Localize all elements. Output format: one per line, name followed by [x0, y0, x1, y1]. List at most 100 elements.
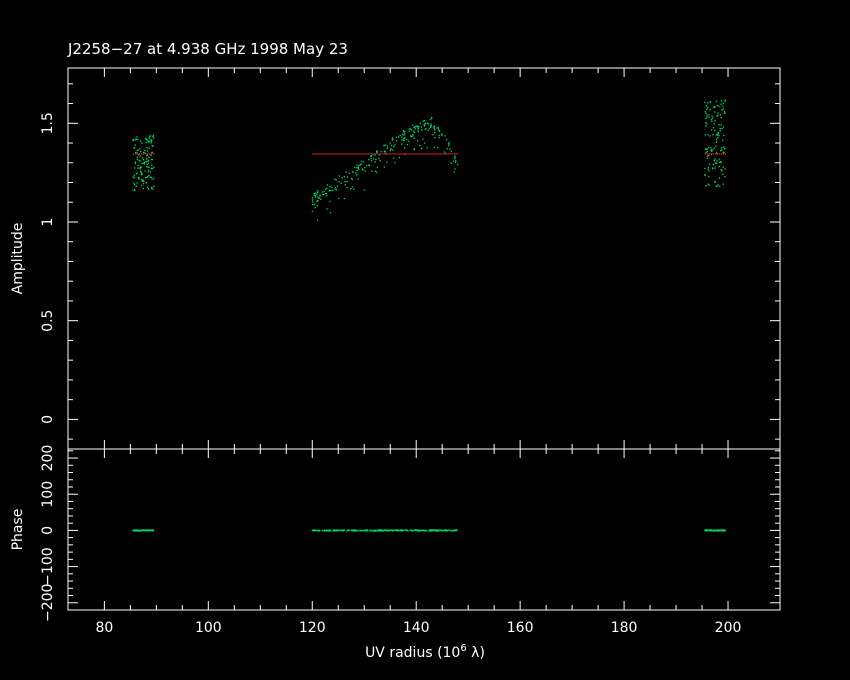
amplitude-model-point	[438, 153, 440, 155]
amplitude-data-point	[454, 158, 456, 160]
x-tick-label: 200	[715, 620, 742, 636]
amplitude-data-point	[394, 144, 396, 146]
amplitude-data-point	[334, 188, 336, 190]
amplitude-data-point	[316, 219, 319, 222]
phase-data-point	[453, 529, 455, 532]
amplitude-data-point	[444, 135, 446, 137]
amplitude-data-point	[134, 161, 137, 163]
amplitude-data-point	[133, 174, 135, 176]
amplitude-data-point	[404, 133, 406, 135]
amplitude-data-point	[153, 137, 155, 139]
amplitude-model-point	[720, 153, 722, 155]
amplitude-data-point	[140, 184, 143, 187]
phase-y-tick-label: 100	[40, 481, 56, 508]
amplitude-data-point	[314, 206, 316, 209]
amplitude-data-point	[370, 155, 372, 158]
amplitude-data-point	[710, 147, 712, 149]
amplitude-data-point	[141, 179, 143, 181]
amplitude-data-point	[395, 140, 398, 142]
amplitude-data-point	[437, 127, 440, 129]
amplitude-model-point	[322, 153, 324, 155]
amplitude-data-point	[147, 171, 149, 173]
amplitude-data-point	[147, 140, 149, 143]
amplitude-model-point	[334, 153, 336, 155]
amplitude-data-point	[146, 146, 148, 149]
amplitude-model-point	[152, 153, 155, 155]
x-axis-label: UV radius (106 λ)	[365, 643, 485, 661]
amplitude-data-point	[319, 197, 321, 199]
phase-data-point	[341, 530, 343, 532]
amplitude-data-point	[707, 102, 709, 104]
amplitude-data-point	[353, 166, 356, 169]
amplitude-data-point	[717, 184, 719, 186]
amplitude-data-point	[144, 137, 147, 139]
phase-data-point	[405, 529, 407, 531]
amplitude-data-point	[344, 184, 346, 186]
amplitude-data-point	[139, 155, 141, 157]
amplitude-data-point	[146, 186, 149, 189]
amplitude-data-point	[376, 151, 378, 153]
amplitude-model-point	[392, 153, 394, 155]
amplitude-model-point	[430, 153, 432, 155]
amplitude-model-point	[400, 153, 402, 155]
amplitude-data-point	[132, 189, 134, 191]
amplitude-data-point	[153, 177, 155, 179]
amplitude-data-point	[146, 160, 148, 163]
amplitude-model-point	[456, 153, 458, 155]
amplitude-data-point	[368, 165, 371, 167]
amplitude-data-point	[316, 205, 318, 207]
phase-data-point	[708, 529, 710, 532]
x-tick-label: 80	[95, 620, 113, 636]
amplitude-data-point	[145, 138, 147, 141]
amplitude-y-tick-label: 1	[40, 218, 56, 227]
phase-data-point	[390, 529, 392, 531]
phase-data-point	[384, 529, 386, 531]
amplitude-data-point	[152, 188, 154, 190]
phase-data-point	[706, 529, 708, 531]
amplitude-data-point	[140, 140, 142, 142]
amplitude-data-point	[149, 135, 152, 137]
amplitude-data-point	[351, 186, 354, 188]
amplitude-data-point	[714, 167, 716, 169]
amplitude-data-point	[143, 180, 145, 182]
amplitude-data-point	[326, 208, 328, 210]
phase-data-point	[151, 529, 154, 532]
amplitude-data-point	[140, 172, 143, 174]
phase-data-point	[400, 529, 403, 531]
amplitude-data-point	[712, 148, 714, 151]
amplitude-model-point	[320, 153, 322, 155]
amplitude-model-point	[440, 153, 442, 155]
amplitude-data-point	[149, 139, 151, 141]
amplitude-data-point	[438, 135, 441, 137]
amplitude-data-point	[413, 149, 416, 151]
amplitude-data-point	[359, 164, 362, 166]
amplitude-data-point	[386, 145, 388, 147]
amplitude-data-point	[723, 151, 725, 154]
amplitude-data-point	[141, 180, 143, 182]
amplitude-data-point	[720, 103, 722, 105]
amplitude-data-point	[153, 185, 155, 187]
amplitude-data-point	[705, 151, 707, 154]
amplitude-data-point	[397, 136, 400, 138]
amplitude-data-point	[151, 178, 153, 181]
amplitude-model-point	[132, 153, 135, 155]
amplitude-data-point	[712, 127, 715, 129]
amplitude-data-point	[434, 137, 436, 139]
amplitude-data-point	[438, 129, 440, 131]
phase-data-point	[378, 530, 380, 532]
amplitude-data-point	[142, 179, 144, 181]
phase-data-point	[386, 530, 388, 532]
amplitude-data-point	[722, 173, 724, 175]
phase-data-point	[414, 529, 416, 531]
amplitude-data-point	[376, 171, 378, 174]
amplitude-data-point	[408, 128, 410, 130]
phase-data-point	[712, 529, 714, 531]
amplitude-model-point	[716, 153, 718, 155]
amplitude-data-point	[431, 117, 433, 119]
amplitude-data-point	[405, 138, 408, 141]
amplitude-model-point	[724, 153, 726, 155]
amplitude-data-point	[419, 144, 421, 147]
amplitude-model-point	[390, 153, 392, 155]
phase-data-point	[369, 529, 372, 532]
phase-data-point	[424, 529, 427, 532]
